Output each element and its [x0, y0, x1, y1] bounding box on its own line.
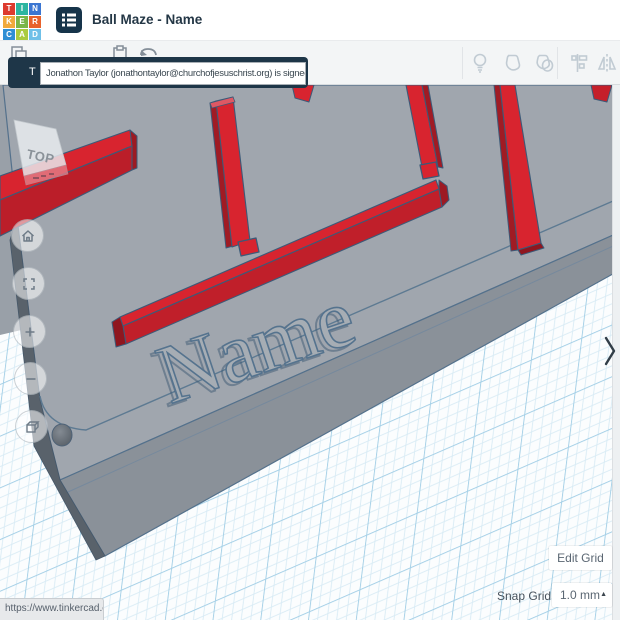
snap-grid-label: Snap Grid: [497, 584, 551, 608]
status-url: https://www.tinkercad.com: [0, 598, 104, 620]
tinkercad-logo[interactable]: TINKERCAD: [3, 3, 41, 41]
list-menu-icon: [56, 7, 82, 33]
snap-grid-value: 1.0 mm: [560, 588, 600, 602]
signin-tooltip: Jonathon Taylor (jonathontaylor@churchof…: [40, 62, 306, 85]
hole-shape-icon[interactable]: [533, 51, 557, 75]
zoom-out-button[interactable]: [14, 362, 47, 395]
fit-view-icon: [20, 275, 38, 293]
logo-letter: I: [16, 3, 28, 15]
logo-letter: E: [16, 16, 28, 28]
logo-letter: T: [3, 3, 15, 15]
fit-view-button[interactable]: [12, 267, 45, 300]
design-menu-button[interactable]: [56, 7, 82, 33]
expand-panel-chevron[interactable]: [601, 334, 619, 368]
home-icon: [19, 227, 37, 245]
toolbar-divider: [462, 47, 463, 79]
orthographic-icon: [23, 418, 41, 436]
tinkercad-app: Name Name: [0, 0, 620, 620]
logo-letter: R: [29, 16, 41, 28]
minus-icon: [22, 370, 40, 388]
toolbar-divider: [557, 47, 558, 79]
zoom-in-button[interactable]: [13, 315, 46, 348]
solid-shape-icon[interactable]: [501, 51, 525, 75]
document-title[interactable]: Ball Maze - Name: [92, 0, 202, 40]
dropdown-arrow-icon: ▲: [600, 583, 607, 607]
logo-letter: N: [29, 3, 41, 15]
align-icon[interactable]: [569, 51, 593, 75]
top-bar: TINKERCAD Ball Maze - Name: [0, 0, 620, 40]
plus-icon: [21, 323, 39, 341]
lightbulb-icon[interactable]: [468, 51, 492, 75]
wall-junction-right[interactable]: [420, 162, 439, 179]
wall-junction-mid[interactable]: [238, 238, 259, 256]
snap-grid-dropdown[interactable]: 1.0 mm ▲: [552, 583, 612, 607]
orthographic-view-button[interactable]: [15, 410, 48, 443]
mirror-icon[interactable]: [595, 51, 619, 75]
left-toolbar-icons-partial: [0, 43, 320, 58]
logo-letter: K: [3, 16, 15, 28]
home-view-button[interactable]: [11, 219, 44, 252]
edit-grid-button[interactable]: Edit Grid: [549, 546, 612, 570]
viewport-3d-canvas[interactable]: Name Name: [0, 0, 620, 620]
ball-hole[interactable]: [52, 424, 72, 446]
